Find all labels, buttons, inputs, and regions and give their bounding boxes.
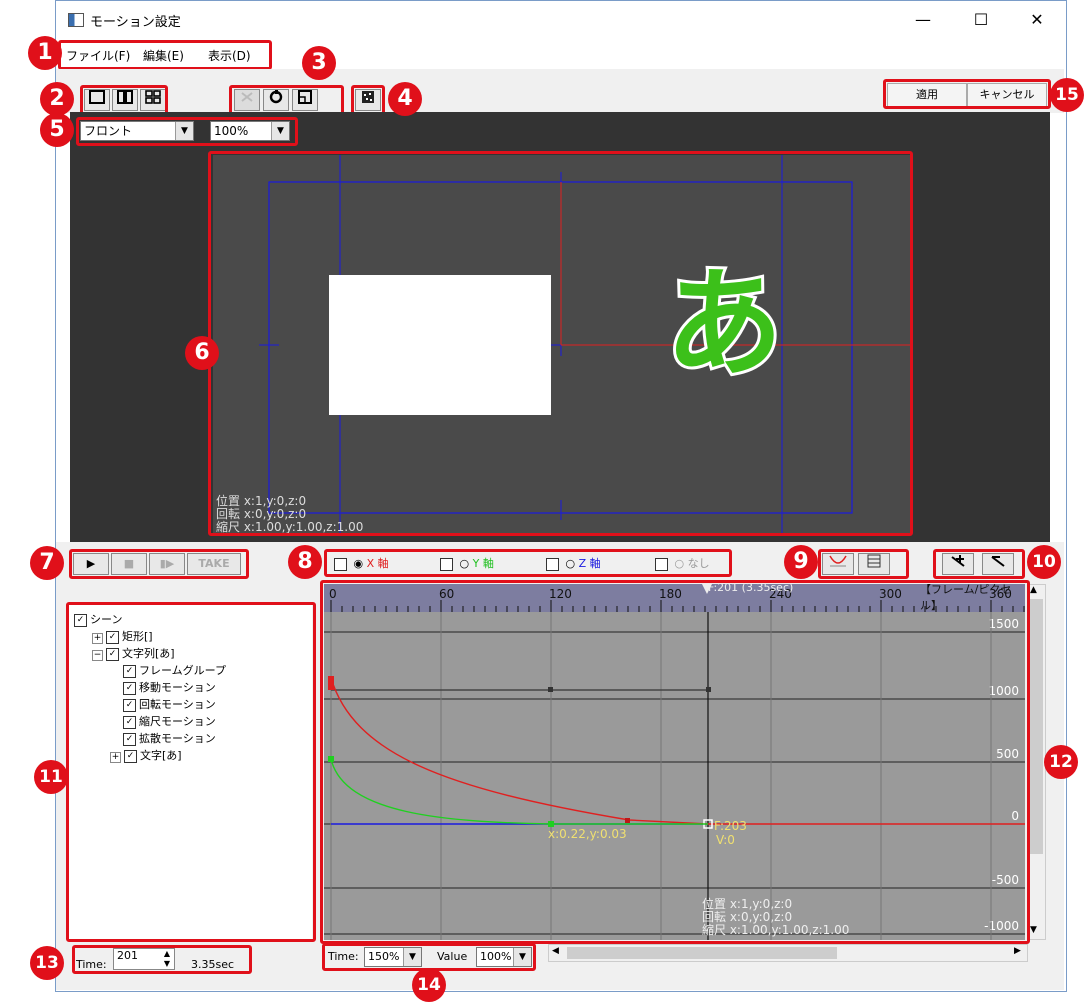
badge-3: 3 — [302, 46, 336, 80]
annotation-box-1 — [58, 40, 272, 70]
annotation-box-5 — [76, 117, 298, 146]
badge-7: 7 — [30, 546, 64, 580]
annotation-box-9 — [818, 549, 909, 579]
graph-horizontal-scrollbar[interactable]: ◀ ▶ — [548, 944, 1028, 962]
scroll-thumb[interactable] — [1030, 599, 1043, 854]
badge-12: 12 — [1044, 745, 1078, 779]
annotation-box-14 — [322, 943, 536, 971]
badge-1: 1 — [28, 36, 62, 70]
annotation-box-12 — [320, 580, 1030, 944]
annotation-box-15 — [883, 79, 1051, 109]
close-button[interactable]: ✕ — [1022, 8, 1052, 32]
badge-4: 4 — [388, 82, 422, 116]
badge-11: 11 — [34, 760, 68, 794]
app-icon — [68, 13, 84, 27]
annotation-box-10 — [933, 549, 1025, 579]
annotation-box-6 — [208, 151, 913, 536]
window-title: モーション設定 — [90, 15, 181, 30]
badge-14: 14 — [412, 968, 446, 1002]
annotation-box-8 — [324, 549, 732, 577]
scroll-up-icon[interactable]: ▲ — [1030, 585, 1037, 595]
scroll-down-icon[interactable]: ▼ — [1030, 925, 1037, 935]
annotation-box-2 — [80, 85, 168, 115]
annotation-box-11 — [66, 602, 316, 942]
scroll-right-icon[interactable]: ▶ — [1014, 946, 1021, 956]
badge-15: 15 — [1050, 78, 1084, 112]
annotation-box-13 — [72, 945, 252, 974]
scroll-left-icon[interactable]: ◀ — [552, 946, 559, 956]
badge-8: 8 — [288, 545, 322, 579]
badge-10: 10 — [1027, 545, 1061, 579]
annotation-box-4 — [351, 85, 385, 115]
annotation-box-3 — [229, 85, 344, 115]
annotation-box-7 — [69, 549, 249, 579]
badge-13: 13 — [30, 946, 64, 980]
badge-6: 6 — [185, 336, 219, 370]
badge-5: 5 — [40, 113, 74, 147]
maximize-button[interactable]: ☐ — [966, 8, 996, 32]
scroll-thumb[interactable] — [567, 947, 837, 959]
minimize-button[interactable]: — — [908, 8, 938, 32]
badge-2: 2 — [40, 82, 74, 116]
badge-9: 9 — [784, 545, 818, 579]
